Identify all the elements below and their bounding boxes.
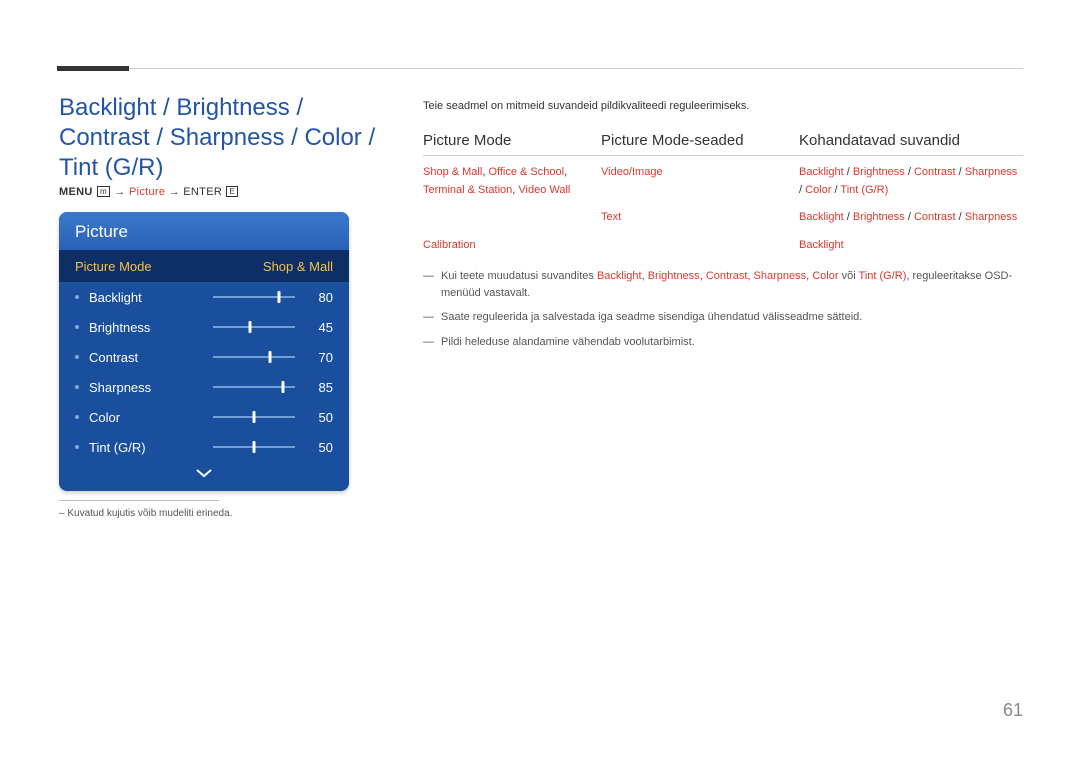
page-title: Backlight / Brightness / Contrast / Shar… <box>59 93 399 183</box>
slider[interactable] <box>213 320 295 334</box>
setting-text: Text <box>601 211 621 223</box>
slider-thumb <box>248 321 251 333</box>
notes-list: ― Kui teete muudatusi suvandites Backlig… <box>423 268 1023 350</box>
th-picture-mode: Picture Mode <box>423 132 601 149</box>
bullet-icon <box>75 355 79 359</box>
slider-thumb <box>277 291 280 303</box>
slider[interactable] <box>213 290 295 304</box>
footnote: – Kuvatud kujutis võib mudeliti erineda. <box>59 508 232 519</box>
menu-path: MENU m → Picture → ENTER E <box>59 186 239 198</box>
osd-item-label: Sharpness <box>89 380 213 395</box>
menu-path-picture: Picture <box>129 186 165 198</box>
osd-more[interactable] <box>59 462 349 491</box>
slider[interactable] <box>213 350 295 364</box>
mode-video-wall: Video Wall <box>518 184 570 196</box>
list-item: ―Saate reguleerida ja salvestada iga sea… <box>423 309 1023 326</box>
osd-item-value: 50 <box>305 440 333 455</box>
bullet-icon <box>75 445 79 449</box>
slider-thumb <box>253 411 256 423</box>
osd-mode-label: Picture Mode <box>75 259 263 274</box>
bullet-icon <box>75 295 79 299</box>
table-row: Text Backlight / Brightness / Contrast /… <box>423 209 1023 227</box>
osd-item-label: Backlight <box>89 290 213 305</box>
osd-item-value: 45 <box>305 320 333 335</box>
top-rule <box>57 68 1023 69</box>
osd-row-sharpness[interactable]: Sharpness 85 <box>59 372 349 402</box>
slider[interactable] <box>213 410 295 424</box>
menu-path-arrow2: → ENTER <box>165 186 225 198</box>
mode-terminal-station: Terminal & Station <box>423 184 512 196</box>
mode-office-school: Office & School <box>488 166 564 178</box>
slider[interactable] <box>213 440 295 454</box>
setting-video-image: Video/Image <box>601 166 663 178</box>
slider-thumb <box>281 381 284 393</box>
osd-row-color[interactable]: Color 50 <box>59 402 349 432</box>
table-rule <box>423 155 1023 156</box>
osd-item-label: Contrast <box>89 350 213 365</box>
osd-item-label: Brightness <box>89 320 213 335</box>
mode-calibration: Calibration <box>423 239 476 251</box>
bullet-icon <box>75 385 79 389</box>
intro-text: Teie seadmel on mitmeid suvandeid pildik… <box>423 100 1023 112</box>
bullet-icon <box>75 325 79 329</box>
th-kohandatavad: Kohandatavad suvandid <box>799 132 1023 149</box>
osd-title: Picture <box>59 212 349 250</box>
bullet-icon <box>75 415 79 419</box>
osd-row-picture-mode[interactable]: Picture Mode Shop & Mall <box>59 250 349 282</box>
enter-icon: E <box>226 186 238 197</box>
mode-shop-mall: Shop & Mall <box>423 166 482 178</box>
osd-item-label: Tint (G/R) <box>89 440 213 455</box>
menu-icon: m <box>97 186 110 197</box>
table-headers: Picture Mode Picture Mode-seaded Kohanda… <box>423 132 1023 149</box>
osd-row-tint-g-r-[interactable]: Tint (G/R) 50 <box>59 432 349 462</box>
osd-item-value: 85 <box>305 380 333 395</box>
list-item: ― Kui teete muudatusi suvandites Backlig… <box>423 268 1023 301</box>
osd-row-backlight[interactable]: Backlight 80 <box>59 282 349 312</box>
osd-item-value: 50 <box>305 410 333 425</box>
table-row: Shop & Mall, Office & School, Terminal &… <box>423 164 1023 199</box>
osd-item-value: 80 <box>305 290 333 305</box>
th-picture-mode-seaded: Picture Mode-seaded <box>601 132 799 149</box>
chevron-down-icon <box>195 468 213 478</box>
page-number: 61 <box>1003 700 1023 721</box>
osd-panel: Picture Picture Mode Shop & Mall Backlig… <box>59 212 349 491</box>
menu-path-menu: MENU <box>59 186 96 198</box>
table-row: Calibration Backlight <box>423 237 1023 255</box>
osd-item-label: Color <box>89 410 213 425</box>
osd-row-contrast[interactable]: Contrast 70 <box>59 342 349 372</box>
list-item: ―Pildi heleduse alandamine vähendab vool… <box>423 334 1023 351</box>
osd-row-brightness[interactable]: Brightness 45 <box>59 312 349 342</box>
slider-thumb <box>269 351 272 363</box>
body-text: Teie seadmel on mitmeid suvandeid pildik… <box>423 100 1023 358</box>
footnote-rule <box>59 500 219 501</box>
osd-item-value: 70 <box>305 350 333 365</box>
slider-thumb <box>253 441 256 453</box>
osd-mode-value: Shop & Mall <box>263 259 333 274</box>
menu-path-arrow: → <box>111 186 129 198</box>
slider[interactable] <box>213 380 295 394</box>
